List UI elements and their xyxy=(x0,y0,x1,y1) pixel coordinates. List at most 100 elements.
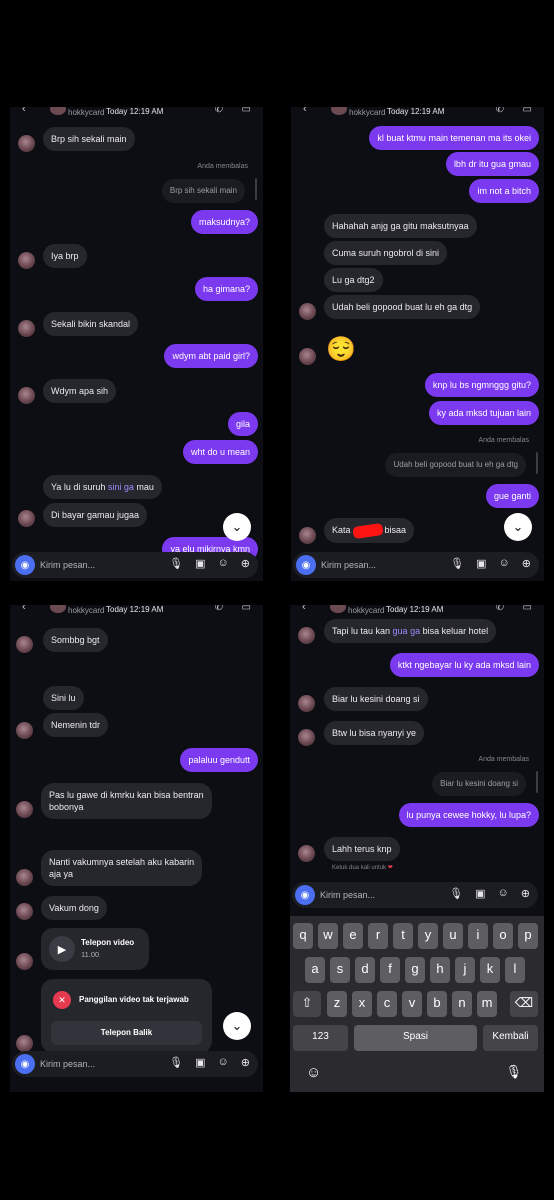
key-j[interactable]: j xyxy=(455,957,475,983)
message-out[interactable]: ha gimana? xyxy=(194,277,258,301)
message-in[interactable]: Nemenin tdr xyxy=(43,713,109,737)
back-arrow-icon[interactable]: ‹ xyxy=(302,605,306,613)
plus-icon[interactable]: ⊕ xyxy=(241,1056,250,1069)
message-in[interactable]: Udah beli gopood buat lu eh ga dtg xyxy=(324,295,481,319)
gallery-icon[interactable]: ▣ xyxy=(195,1056,205,1069)
reply-quote[interactable]: Udah beli gopood buat lu eh ga dtg xyxy=(385,453,526,477)
key-s[interactable]: s xyxy=(330,957,350,983)
phone-icon[interactable]: ✆ xyxy=(496,605,504,613)
video-icon[interactable]: ▭ xyxy=(242,605,251,613)
space-key[interactable]: Spasi xyxy=(354,1025,477,1051)
message-in[interactable]: Sekali bikin skandal xyxy=(43,312,139,336)
key-o[interactable]: o xyxy=(493,923,513,949)
key-p[interactable]: p xyxy=(518,923,538,949)
scroll-down-button[interactable]: ⌄ xyxy=(223,513,251,541)
sticker-icon[interactable]: ☺ xyxy=(218,1056,229,1069)
key-i[interactable]: i xyxy=(468,923,488,949)
backspace-key-icon[interactable]: ⌫ xyxy=(510,991,538,1017)
message-in[interactable]: Di bayar gamau jugaa xyxy=(43,503,148,527)
mic-icon[interactable]: 🎙 xyxy=(169,1056,183,1069)
plus-icon[interactable]: ⊕ xyxy=(521,887,530,900)
scroll-down-button[interactable]: ⌄ xyxy=(223,1012,251,1040)
message-in[interactable]: Pas lu gawe di kmrku kan bisa bentran bob… xyxy=(41,783,212,819)
message-in[interactable]: Sombbg bgt xyxy=(43,628,108,652)
key-t[interactable]: t xyxy=(393,923,413,949)
message-input[interactable]: Kirim pesan... xyxy=(320,890,375,900)
message-in[interactable]: Wdym apa sih xyxy=(43,379,117,403)
numbers-key[interactable]: 123 xyxy=(293,1025,348,1051)
key-q[interactable]: q xyxy=(293,923,313,949)
contact-name[interactable]: hokkycard xyxy=(349,108,385,117)
contact-name[interactable]: hokkycard xyxy=(68,606,104,615)
key-e[interactable]: e xyxy=(343,923,363,949)
message-input[interactable]: Kirim pesan... xyxy=(321,560,376,570)
message-out[interactable]: gila xyxy=(227,412,258,436)
message-in[interactable]: Kata bisaa xyxy=(324,518,415,543)
message-out[interactable]: ktkt ngebayar lu ky ada mksd lain xyxy=(389,653,539,677)
message-out[interactable]: palaluu gendutt xyxy=(180,748,258,772)
message-out[interactable]: knp lu bs ngmnggg gitu? xyxy=(424,373,539,397)
return-key[interactable]: Kembali xyxy=(483,1025,538,1051)
back-arrow-icon[interactable]: ‹ xyxy=(22,107,26,115)
sticker-icon[interactable]: ☺ xyxy=(499,557,510,570)
emoji-key-icon[interactable]: ☺ xyxy=(306,1064,321,1081)
key-y[interactable]: y xyxy=(418,923,438,949)
mic-icon[interactable]: 🎙 xyxy=(169,557,183,570)
contact-name[interactable]: hokkycard xyxy=(68,108,104,117)
message-in[interactable]: Biar lu kesini doang si xyxy=(324,687,428,711)
gallery-icon[interactable]: ▣ xyxy=(195,557,205,570)
message-out[interactable]: wht do u mean xyxy=(182,440,258,464)
message-in[interactable]: Sini lu xyxy=(43,686,84,710)
video-icon[interactable]: ▭ xyxy=(523,605,532,613)
message-in[interactable]: Tapi lu tau kan gua ga bisa keluar hotel xyxy=(324,619,497,643)
sticker-icon[interactable]: ☺ xyxy=(498,887,509,900)
key-c[interactable]: c xyxy=(377,991,397,1017)
message-out[interactable]: wdym abt paid girl? xyxy=(164,344,258,368)
message-out[interactable]: ky ada mksd tujuan lain xyxy=(428,401,539,425)
plus-icon[interactable]: ⊕ xyxy=(522,557,531,570)
shift-key-icon[interactable]: ⇧ xyxy=(293,991,321,1017)
reply-quote[interactable]: Biar lu kesini doang si xyxy=(432,772,526,796)
key-b[interactable]: b xyxy=(427,991,447,1017)
video-icon[interactable]: ▭ xyxy=(523,107,532,115)
video-call-bubble[interactable]: ▶ Telepon video 11.00 xyxy=(41,928,149,970)
key-m[interactable]: m xyxy=(477,991,497,1017)
key-v[interactable]: v xyxy=(402,991,422,1017)
message-in[interactable]: Iya brp xyxy=(43,244,87,268)
message-out[interactable]: lbh dr itu gua gmau xyxy=(445,152,539,176)
key-w[interactable]: w xyxy=(318,923,338,949)
camera-icon[interactable]: ◉ xyxy=(15,1054,35,1074)
key-z[interactable]: z xyxy=(327,991,347,1017)
message-out[interactable]: im not a bitch xyxy=(469,179,539,203)
key-r[interactable]: r xyxy=(368,923,388,949)
back-arrow-icon[interactable]: ‹ xyxy=(303,107,307,115)
message-input[interactable]: Kirim pesan... xyxy=(40,1059,95,1069)
sticker-icon[interactable]: ☺ xyxy=(218,557,229,570)
message-in[interactable]: Brp sih sekali main xyxy=(43,127,135,151)
message-in[interactable]: Hahahah anjg ga gitu maksutnyaa xyxy=(324,214,477,238)
message-out[interactable]: kl buat ktmu main temenan ma its okei xyxy=(369,126,539,150)
camera-icon[interactable]: ◉ xyxy=(15,555,35,575)
scroll-down-button[interactable]: ⌄ xyxy=(504,513,532,541)
key-f[interactable]: f xyxy=(380,957,400,983)
camera-icon[interactable]: ◉ xyxy=(295,885,315,905)
back-arrow-icon[interactable]: ‹ xyxy=(22,605,26,613)
mic-icon[interactable]: 🎙 xyxy=(450,557,464,570)
contact-name[interactable]: hokkycard xyxy=(348,606,384,615)
message-in[interactable]: Lahh terus knp xyxy=(324,837,400,861)
video-icon[interactable]: ▭ xyxy=(242,107,251,115)
message-in[interactable]: Lu ga dtg2 xyxy=(324,268,383,292)
message-in[interactable]: Vakum dong xyxy=(41,896,107,920)
mic-icon[interactable]: 🎙 xyxy=(449,887,463,900)
mic-key-icon[interactable]: 🎙 xyxy=(505,1064,522,1080)
plus-icon[interactable]: ⊕ xyxy=(241,557,250,570)
key-g[interactable]: g xyxy=(405,957,425,983)
key-d[interactable]: d xyxy=(355,957,375,983)
message-in[interactable]: Cuma suruh ngobrol di sini xyxy=(324,241,448,265)
key-u[interactable]: u xyxy=(443,923,463,949)
camera-icon[interactable]: ◉ xyxy=(296,555,316,575)
message-in[interactable]: Nanti vakumnya setelah aku kabarin aja ya xyxy=(41,850,203,886)
message-in[interactable]: Ya lu di suruh sini ga mau xyxy=(43,475,162,499)
call-back-button[interactable]: Telepon Balik xyxy=(51,1021,202,1045)
key-a[interactable]: a xyxy=(305,957,325,983)
